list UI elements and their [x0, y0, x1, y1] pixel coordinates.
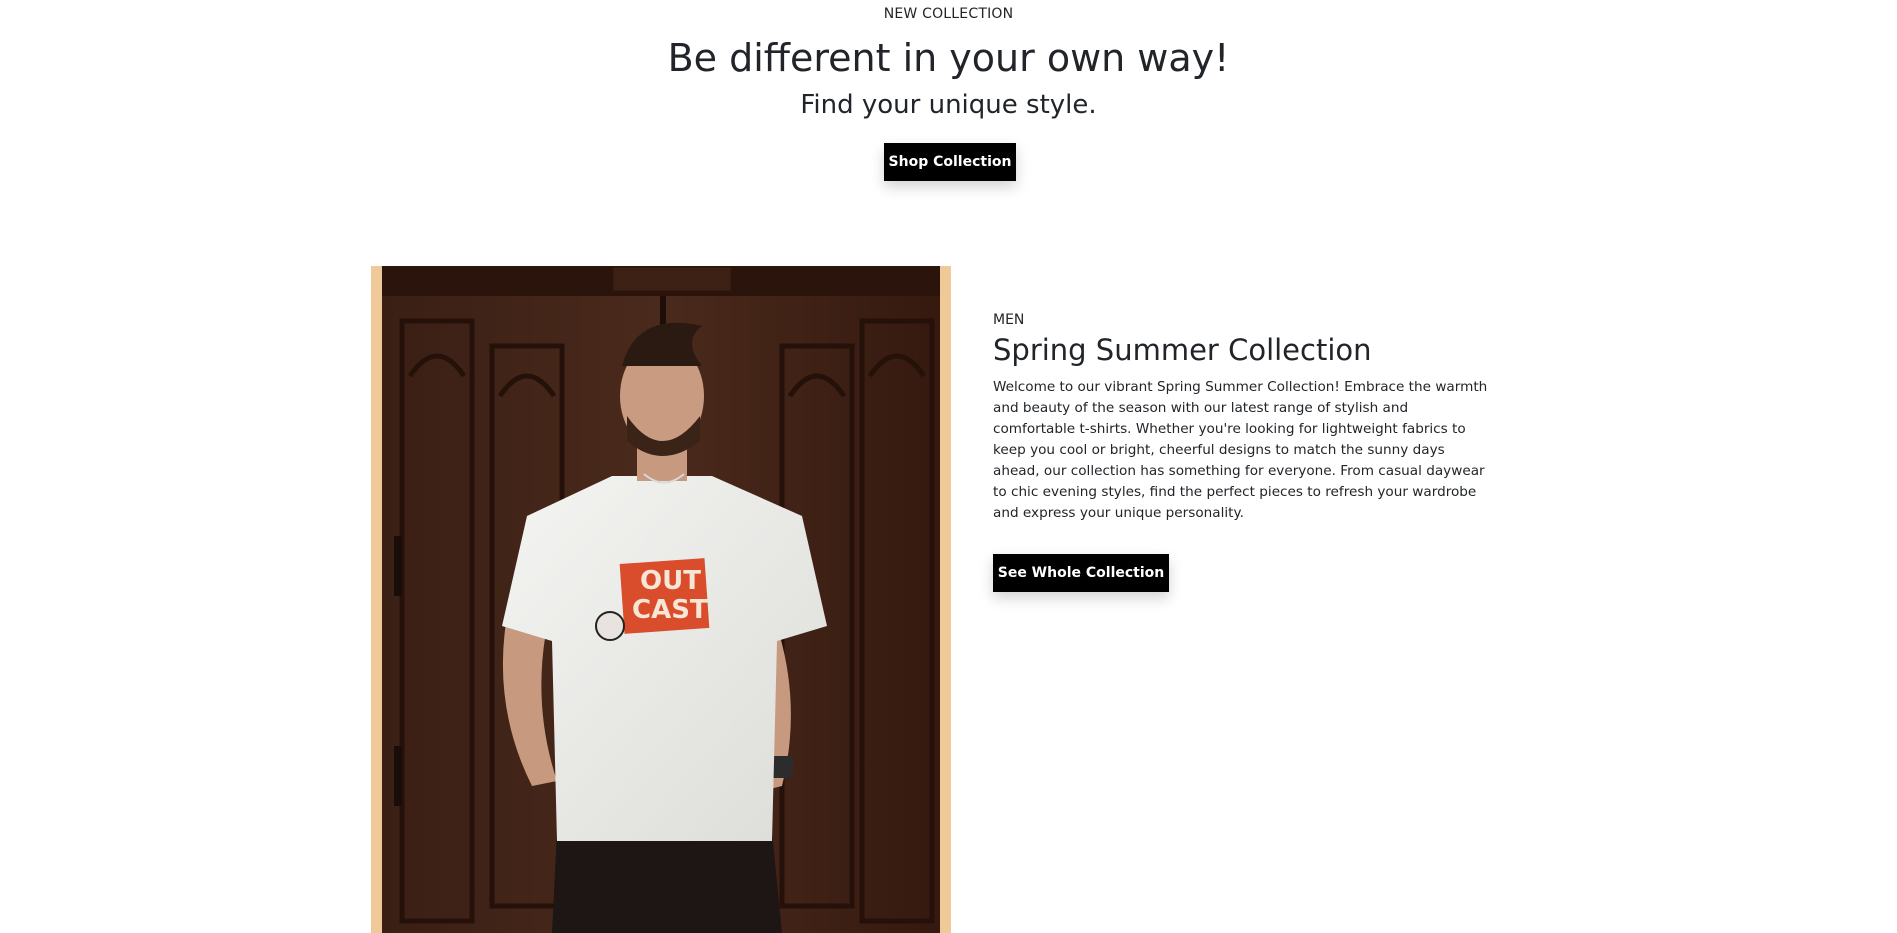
feature-image-frame: OUT CAST [371, 266, 951, 933]
feature-title: Spring Summer Collection [993, 333, 1372, 367]
hero-title: Be different in your own way! [667, 36, 1230, 80]
hero-eyebrow: NEW COLLECTION [883, 6, 1014, 22]
feature-eyebrow: MEN [993, 312, 1025, 328]
shop-collection-button[interactable]: Shop Collection [884, 143, 1016, 181]
hero-subtitle: Find your unique style. [800, 90, 1097, 120]
feature-text: MEN Spring Summer Collection Welcome to … [993, 312, 1493, 593]
see-whole-collection-button[interactable]: See Whole Collection [993, 554, 1169, 593]
svg-text:CAST: CAST [632, 595, 708, 625]
feature-description: Welcome to our vibrant Spring Summer Col… [993, 379, 1488, 522]
svg-text:OUT: OUT [640, 566, 701, 596]
feature-image: OUT CAST [382, 266, 940, 933]
